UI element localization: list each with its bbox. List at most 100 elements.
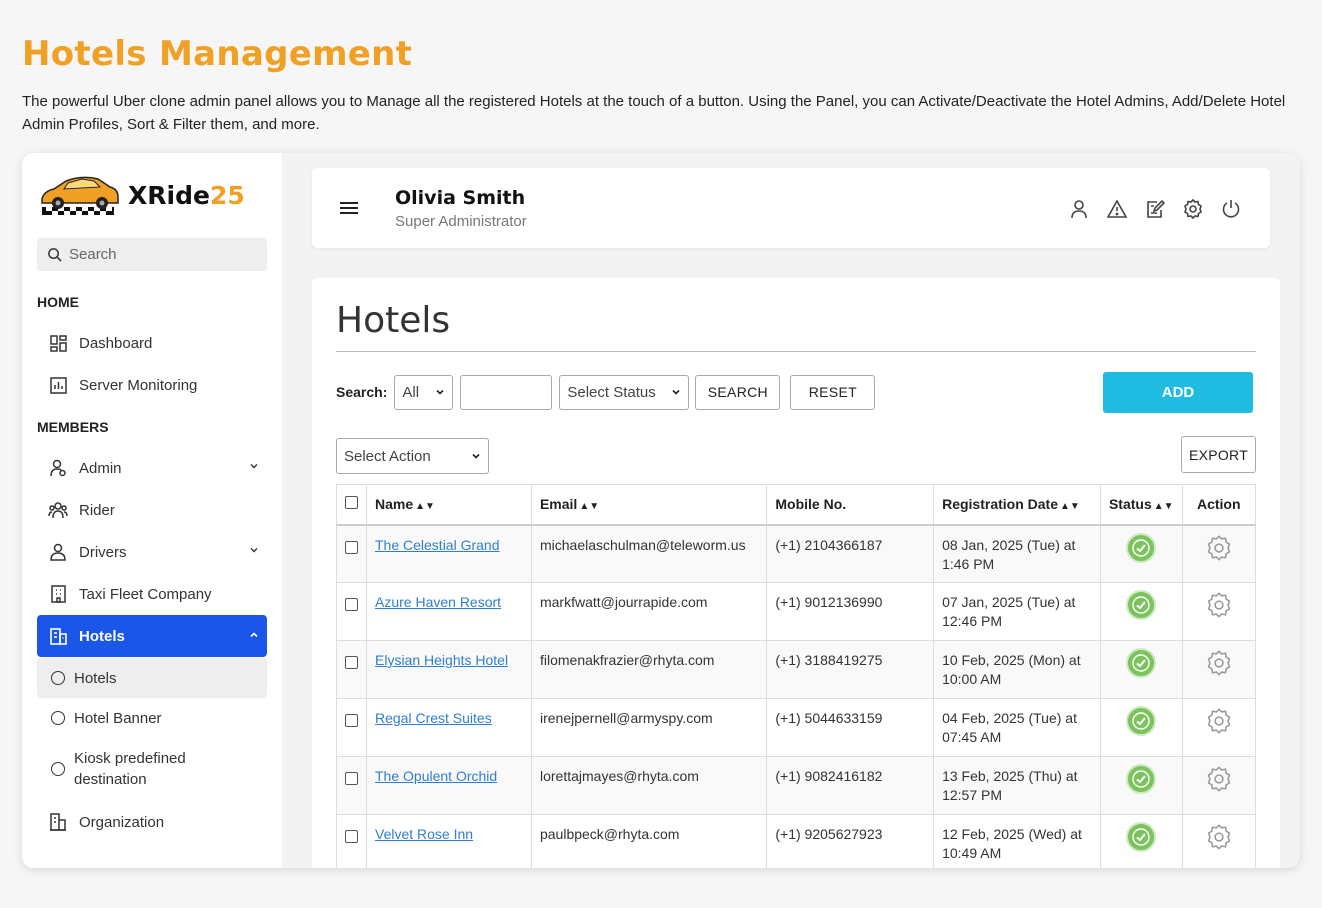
action-select[interactable]: Select Action xyxy=(336,438,489,474)
status-cell xyxy=(1099,582,1183,641)
reg-time-line: 10:49 AM xyxy=(942,845,1002,861)
sidebar-item-label: Drivers xyxy=(79,543,127,561)
title-divider xyxy=(336,351,1256,352)
status-cell xyxy=(1099,640,1183,699)
add-button[interactable]: ADD xyxy=(1103,372,1253,413)
export-button[interactable]: EXPORT xyxy=(1181,436,1256,473)
search-button[interactable]: SEARCH xyxy=(695,374,781,410)
sidebar-item-hotels[interactable]: Hotels xyxy=(37,615,267,657)
mobile-cell: (+1) 5044633159 xyxy=(766,698,935,757)
promo-title: Hotels Management xyxy=(22,34,413,74)
search-field-select[interactable]: All xyxy=(394,374,454,410)
chevron-down-icon xyxy=(250,464,258,469)
row-checkbox-cell xyxy=(336,582,367,641)
col-registration-date[interactable]: Registration Date ▲▼ xyxy=(933,484,1101,526)
power-icon[interactable] xyxy=(1220,198,1242,220)
sidebar-item-drivers[interactable]: Drivers xyxy=(37,532,267,572)
col-name[interactable]: Name ▲▼ xyxy=(366,484,532,526)
row-checkbox[interactable] xyxy=(345,598,358,611)
row-checkbox[interactable] xyxy=(345,772,358,785)
building-icon xyxy=(47,583,69,605)
name-cell: Regal Crest Suites xyxy=(366,698,532,757)
email-cell: irenejpernell@armyspy.com xyxy=(530,698,768,757)
table-header-row: Name ▲▼ Email ▲▼ Mobile No. Registration D… xyxy=(336,484,1257,526)
row-settings-gear-icon[interactable] xyxy=(1206,766,1232,795)
col-reg-date-label: Registration Date xyxy=(942,496,1058,513)
active-status-check-icon[interactable] xyxy=(1126,532,1157,563)
row-settings-gear-icon[interactable] xyxy=(1206,592,1232,621)
action-cell xyxy=(1181,582,1257,641)
circle-icon xyxy=(51,762,65,776)
page-title: Hotels xyxy=(336,300,451,341)
hotel-name-link[interactable]: Velvet Rose Inn xyxy=(375,826,473,842)
action-cell xyxy=(1181,698,1257,757)
row-settings-gear-icon[interactable] xyxy=(1206,708,1232,737)
registration-date-cell: 04 Feb, 2025 (Tue) at 07:45 AM xyxy=(933,698,1101,757)
row-checkbox[interactable] xyxy=(345,714,358,727)
active-status-check-icon[interactable] xyxy=(1126,590,1157,620)
edit-note-icon[interactable] xyxy=(1144,198,1166,220)
settings-icon[interactable] xyxy=(1182,198,1204,220)
warning-icon[interactable] xyxy=(1106,198,1128,220)
row-checkbox-cell xyxy=(336,814,367,868)
sidebar-subitem-label: Hotels xyxy=(74,669,117,687)
row-settings-gear-icon[interactable] xyxy=(1206,824,1232,853)
logo-text: XRide25 xyxy=(128,181,245,210)
col-email[interactable]: Email ▲▼ xyxy=(530,484,768,526)
registration-date-cell: 10 Feb, 2025 (Mon) at 10:00 AM xyxy=(933,640,1101,699)
col-email-label: Email xyxy=(539,496,578,513)
sidebar-item-organization[interactable]: Organization xyxy=(37,802,267,842)
user-name: Olivia Smith xyxy=(395,187,526,209)
sidebar-item-taxi-fleet-company[interactable]: Taxi Fleet Company xyxy=(37,574,267,614)
hotel-name-link[interactable]: The Opulent Orchid xyxy=(375,768,497,784)
row-checkbox[interactable] xyxy=(345,830,358,843)
status-cell xyxy=(1099,756,1183,815)
active-status-check-icon[interactable] xyxy=(1126,764,1157,794)
status-select[interactable]: Select Status xyxy=(559,374,690,410)
reg-time-line: 12:46 PM xyxy=(942,613,1003,629)
sidebar-search-input[interactable]: Search xyxy=(37,238,267,271)
hamburger-menu-icon[interactable] xyxy=(340,201,358,215)
sidebar-subitem-hotels[interactable]: Hotels xyxy=(37,658,267,698)
sidebar-subitem-label: Kiosk predefined destination xyxy=(74,750,186,788)
mobile-cell: (+1) 3188419275 xyxy=(766,640,935,699)
table-row: Azure Haven Resort markfwatt@jourrapide.… xyxy=(336,582,1257,641)
dashboard-icon xyxy=(47,332,69,354)
name-cell: Elysian Heights Hotel xyxy=(366,640,532,699)
row-checkbox[interactable] xyxy=(345,540,358,554)
col-action-label: Action xyxy=(1196,496,1241,513)
active-status-check-icon[interactable] xyxy=(1126,706,1157,736)
profile-icon[interactable] xyxy=(1068,198,1090,220)
registration-date-cell: 07 Jan, 2025 (Tue) at 12:46 PM xyxy=(933,582,1101,641)
col-status[interactable]: Status ▲▼ xyxy=(1099,484,1183,526)
search-keyword-input[interactable] xyxy=(460,374,553,410)
sidebar-item-dashboard[interactable]: Dashboard xyxy=(37,323,267,363)
sidebar-item-admin[interactable]: Admin xyxy=(37,448,267,488)
select-all-checkbox[interactable] xyxy=(345,496,358,510)
row-settings-gear-icon[interactable] xyxy=(1206,650,1232,679)
promo-description: The powerful Uber clone admin panel allo… xyxy=(22,93,1286,133)
hotel-name-link[interactable]: Azure Haven Resort xyxy=(375,594,501,610)
hotel-name-link[interactable]: Elysian Heights Hotel xyxy=(375,652,508,668)
hotel-name-link[interactable]: Regal Crest Suites xyxy=(375,710,492,726)
action-select-value: Select Action xyxy=(344,447,431,465)
row-checkbox[interactable] xyxy=(345,656,358,669)
row-settings-gear-icon[interactable] xyxy=(1206,534,1232,564)
admin-user-icon xyxy=(47,457,69,479)
circle-icon xyxy=(51,711,65,725)
active-status-check-icon[interactable] xyxy=(1126,648,1157,678)
sidebar: XRide25 Search HOME Dashboard Server Mon… xyxy=(22,153,282,868)
sidebar-item-server-monitoring[interactable]: Server Monitoring xyxy=(37,365,267,405)
sidebar-item-rider[interactable]: Rider xyxy=(37,490,267,530)
chevron-up-icon xyxy=(250,632,258,638)
active-status-check-icon[interactable] xyxy=(1126,822,1157,852)
logo[interactable]: XRide25 xyxy=(38,173,245,217)
sidebar-subitem-hotel-banner[interactable]: Hotel Banner xyxy=(37,698,267,738)
hotel-name-link[interactable]: The Celestial Grand xyxy=(375,537,500,553)
reset-button[interactable]: RESET xyxy=(790,374,876,410)
header-icon-group xyxy=(1068,198,1242,220)
sidebar-subitem-kiosk-destination[interactable]: Kiosk predefined destination xyxy=(37,745,267,793)
organization-icon xyxy=(47,811,69,833)
table-row: The Opulent Orchid lorettajmayes@rhyta.c… xyxy=(336,756,1257,815)
registration-date-cell: 08 Jan, 2025 (Tue) at 1:46 PM xyxy=(933,524,1101,583)
